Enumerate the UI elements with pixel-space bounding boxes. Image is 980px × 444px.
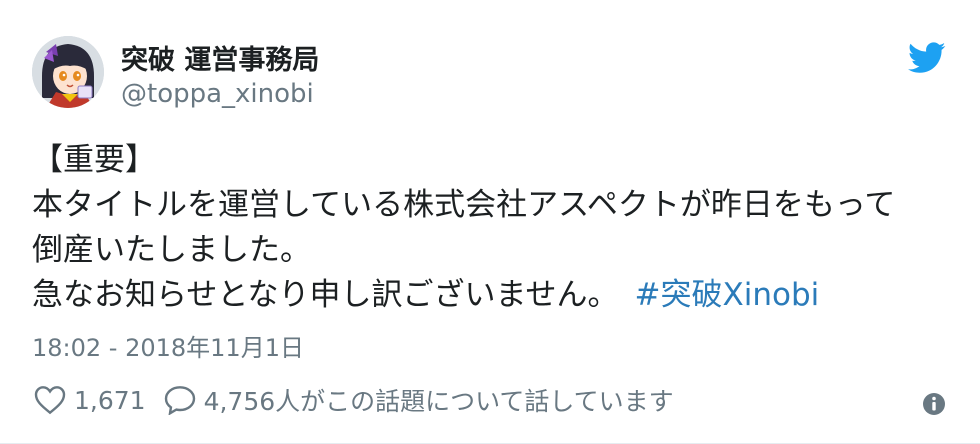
hashtag-link[interactable]: #突破Xinobi (635, 277, 820, 313)
author-display-name[interactable]: 突破 運営事務局 (121, 38, 319, 77)
like-count: 1,671 (74, 385, 146, 415)
info-icon[interactable] (922, 392, 946, 416)
like-button[interactable]: 1,671 (34, 385, 146, 415)
twitter-bird-icon[interactable] (908, 42, 946, 74)
avatar[interactable] (32, 36, 104, 108)
embedded-tweet: 突破 運営事務局 @toppa_xinobi 【重要】 本タイトルを運営している… (0, 0, 980, 444)
author-handle[interactable]: @toppa_xinobi (121, 79, 314, 109)
conversation-link[interactable]: 4,756人がこの話題について話しています (164, 382, 674, 418)
avatar-illustration (32, 36, 104, 108)
conversation-text: 4,756人がこの話題について話しています (203, 387, 674, 416)
tweet-text-line-1: 【重要】 (32, 142, 156, 178)
heart-icon (34, 386, 66, 415)
tweet-text-line-3: 倒産いたしました。 (32, 232, 311, 268)
speech-bubble-icon (164, 386, 195, 415)
tweet-timestamp[interactable]: 18:02 - 2018年11月1日 (32, 328, 304, 363)
tweet-text-line-2: 本タイトルを運営している株式会社アスペクトが昨日をもって (32, 187, 896, 223)
tweet-text: 【重要】 本タイトルを運営している株式会社アスペクトが昨日をもって 倒産いたしま… (32, 138, 962, 318)
tweet-actions: 1,671 4,756人がこの話題について話しています (34, 382, 674, 418)
tweet-text-line-4: 急なお知らせとなり申し訳ございません。 #突破Xinobi (32, 273, 962, 318)
tweet-text-line-4-body: 急なお知らせとなり申し訳ございません。 (32, 277, 619, 313)
